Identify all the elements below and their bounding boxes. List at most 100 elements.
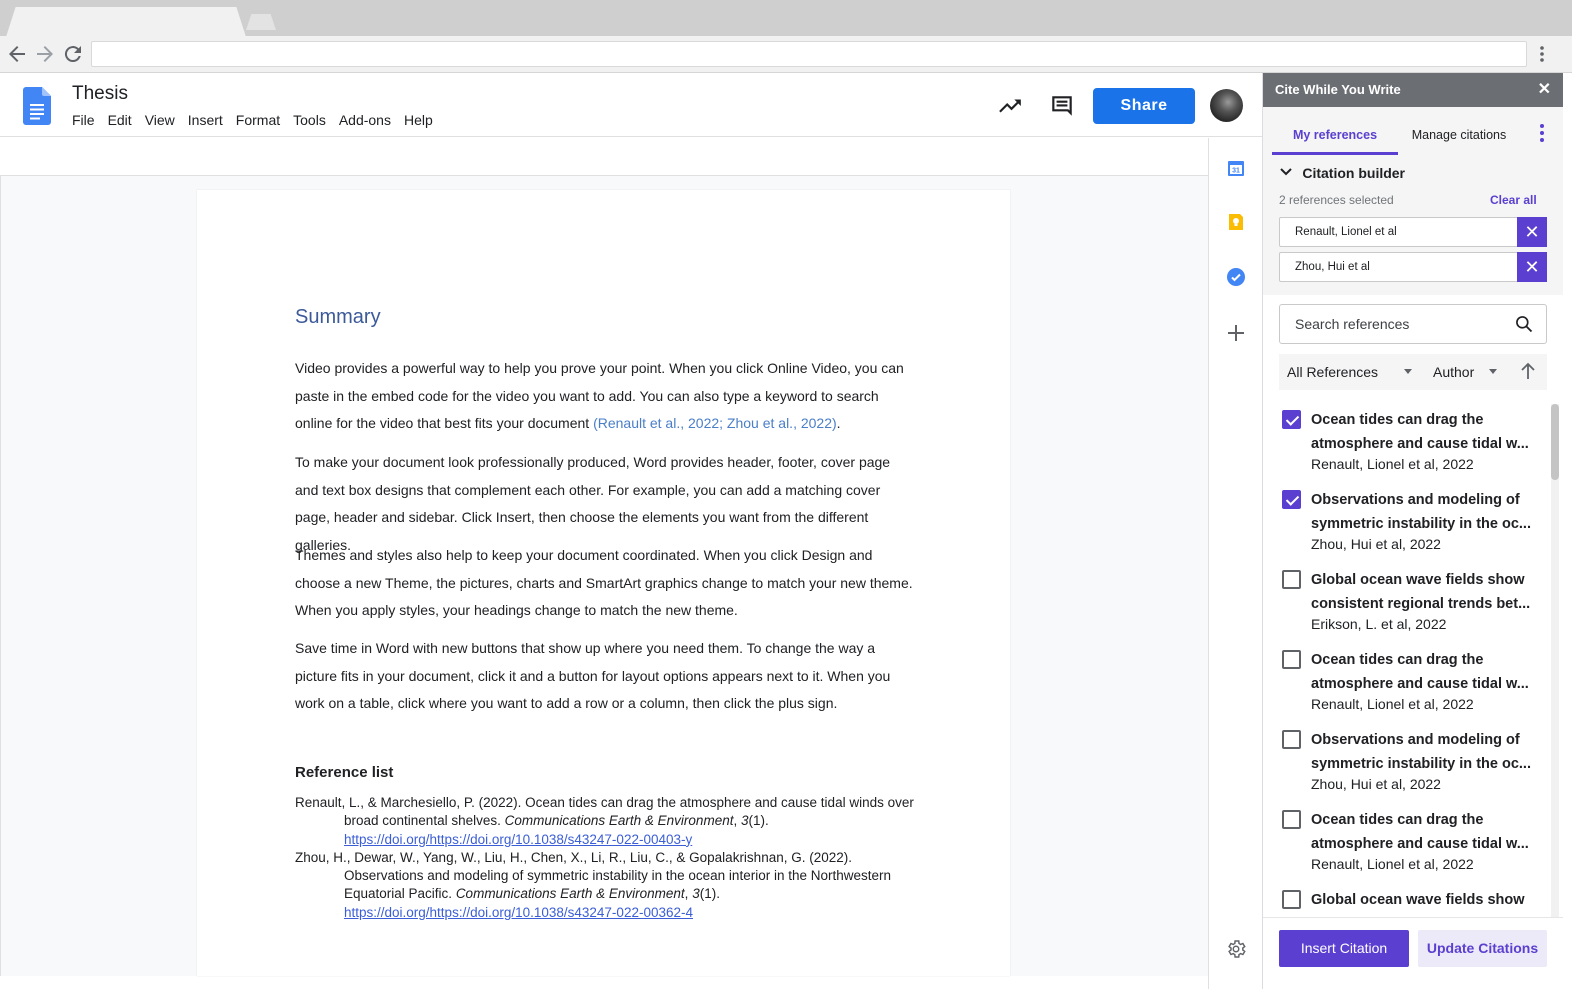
- reference-checkbox[interactable]: [1282, 810, 1301, 829]
- reference-title: Ocean tides can drag the atmosphere and …: [1311, 412, 1529, 452]
- list-item[interactable]: Ocean tides can drag the atmosphere and …: [1263, 404, 1553, 484]
- selected-count: 2 references selected: [1279, 193, 1394, 207]
- menu-tools[interactable]: Tools: [293, 112, 326, 128]
- share-button[interactable]: Share: [1093, 88, 1195, 124]
- tab-my-references[interactable]: My references: [1272, 107, 1398, 155]
- search-placeholder: Search references: [1295, 316, 1410, 332]
- clear-all-link[interactable]: Clear all: [1490, 193, 1537, 207]
- paragraph-1: Video provides a powerful way to help yo…: [295, 355, 915, 438]
- reference-checkbox[interactable]: [1282, 410, 1301, 429]
- list-item[interactable]: Ocean tides can drag the atmosphere and …: [1263, 644, 1553, 724]
- reference-entry-2: Zhou, H., Dewar, W., Yang, W., Liu, H., …: [295, 849, 915, 922]
- panel-tabs: My references Manage citations: [1263, 107, 1563, 155]
- reference-2-journal: Communications Earth & Environment: [455, 886, 685, 902]
- activity-trend-icon[interactable]: [997, 93, 1023, 119]
- browser-new-tab-button[interactable]: [246, 14, 276, 30]
- reference-title: Global ocean wave fields show consistent…: [1311, 572, 1531, 612]
- list-item[interactable]: Observations and modeling of symmetric i…: [1263, 724, 1553, 804]
- docs-menubar: File Edit View Insert Format Tools Add-o…: [72, 112, 446, 128]
- list-item[interactable]: Global ocean wave fields show: [1263, 884, 1553, 917]
- chip-label: Renault, Lionel et al: [1295, 226, 1397, 238]
- menu-help[interactable]: Help: [404, 112, 433, 128]
- search-icon[interactable]: [1514, 314, 1534, 334]
- remove-chip-close-icon[interactable]: ✕: [1517, 252, 1547, 282]
- reference-checkbox[interactable]: [1282, 490, 1301, 509]
- keep-notes-icon[interactable]: [1226, 212, 1246, 232]
- citation-builder: Citation builder 2 references selected C…: [1263, 155, 1563, 295]
- list-item[interactable]: Global ocean wave fields show consistent…: [1263, 564, 1553, 644]
- sort-by-select[interactable]: Author: [1433, 354, 1474, 390]
- list-item[interactable]: Ocean tides can drag the atmosphere and …: [1263, 804, 1553, 884]
- more-vertical-icon[interactable]: [1537, 121, 1547, 145]
- reference-checkbox[interactable]: [1282, 890, 1301, 909]
- reference-1-journal: Communications Earth & Environment: [504, 813, 734, 829]
- search-references-input[interactable]: Search references: [1279, 304, 1547, 344]
- reference-checkbox[interactable]: [1282, 730, 1301, 749]
- reference-list: Renault, L., & Marchesiello, P. (2022). …: [295, 794, 915, 922]
- menu-file[interactable]: File: [72, 112, 95, 128]
- menu-insert[interactable]: Insert: [188, 112, 223, 128]
- reference-list-heading: Reference list: [295, 764, 394, 781]
- collection-select[interactable]: All References: [1287, 354, 1378, 390]
- scrollbar[interactable]: [1551, 404, 1559, 917]
- filter-row: All References Author: [1279, 354, 1547, 390]
- citation-builder-toggle[interactable]: Citation builder: [1280, 165, 1405, 181]
- reference-2-doi-link[interactable]: https://doi.org/https://doi.org/10.1038/…: [344, 905, 693, 920]
- close-icon[interactable]: ✕: [1538, 73, 1551, 107]
- reference-1-doi-link[interactable]: https://doi.org/https://doi.org/10.1038/…: [344, 832, 692, 847]
- reference-meta: Renault, Lionel et al, 2022: [1311, 456, 1474, 472]
- list-item[interactable]: Observations and modeling of symmetric i…: [1263, 484, 1553, 564]
- reference-meta: Zhou, Hui et al, 2022: [1311, 776, 1441, 792]
- document-canvas: Summary Video provides a powerful way to…: [0, 176, 1208, 976]
- reference-title: Global ocean wave fields show: [1311, 892, 1525, 908]
- document-page[interactable]: Summary Video provides a powerful way to…: [197, 190, 1010, 976]
- ruler: [0, 138, 1208, 176]
- forward-arrow-icon[interactable]: [33, 42, 57, 66]
- tasks-icon[interactable]: [1226, 267, 1246, 287]
- reference-1-volume: 3: [740, 813, 749, 829]
- reference-meta: Erikson, L. et al, 2022: [1311, 616, 1447, 632]
- reference-title: Ocean tides can drag the atmosphere and …: [1311, 812, 1529, 852]
- tab-manage-citations[interactable]: Manage citations: [1408, 107, 1510, 155]
- paragraph-1-tail: .: [836, 415, 841, 431]
- back-arrow-icon[interactable]: [5, 42, 29, 66]
- inline-citation[interactable]: (Renault et al., 2022; Zhou et al., 2022…: [593, 415, 837, 431]
- reference-checkbox[interactable]: [1282, 650, 1301, 669]
- add-addon-plus-icon[interactable]: [1226, 323, 1246, 343]
- paragraph-4: Save time in Word with new buttons that …: [295, 640, 891, 711]
- reference-2-volume: 3: [692, 886, 700, 902]
- more-vertical-icon[interactable]: [1535, 42, 1549, 66]
- scrollbar-thumb[interactable]: [1551, 404, 1559, 480]
- menu-format[interactable]: Format: [236, 112, 280, 128]
- avatar[interactable]: [1210, 89, 1243, 122]
- calendar-icon[interactable]: 31: [1226, 158, 1246, 178]
- browser-tabstrip: [0, 0, 1572, 37]
- chevron-down-icon[interactable]: [1280, 166, 1295, 180]
- settings-gear-icon[interactable]: [1225, 938, 1247, 960]
- document-title[interactable]: Thesis: [72, 83, 128, 105]
- paragraph-3: Themes and styles also help to keep your…: [295, 547, 913, 618]
- remove-chip-close-icon[interactable]: ✕: [1517, 217, 1547, 247]
- reference-list-panel[interactable]: Ocean tides can drag the atmosphere and …: [1263, 404, 1563, 917]
- menu-edit[interactable]: Edit: [108, 112, 132, 128]
- caret-down-icon[interactable]: [1404, 369, 1412, 374]
- update-citations-button[interactable]: Update Citations: [1418, 930, 1547, 967]
- reference-checkbox[interactable]: [1282, 570, 1301, 589]
- chip-label: Zhou, Hui et al: [1295, 261, 1370, 273]
- insert-citation-button[interactable]: Insert Citation: [1279, 930, 1409, 967]
- docs-logo-icon[interactable]: [23, 87, 51, 125]
- reference-meta: Renault, Lionel et al, 2022: [1311, 856, 1474, 872]
- reference-meta: Renault, Lionel et al, 2022: [1311, 696, 1474, 712]
- menu-view[interactable]: View: [145, 112, 175, 128]
- sort-ascending-arrow-icon[interactable]: [1519, 361, 1537, 381]
- browser-toolbar: [0, 36, 1572, 73]
- cite-while-you-write-panel: Cite While You Write ✕ My references Man…: [1262, 73, 1563, 989]
- address-bar[interactable]: [91, 41, 1527, 67]
- menu-add-ons[interactable]: Add-ons: [339, 112, 391, 128]
- browser-tab-active[interactable]: [6, 7, 246, 37]
- reference-2-issue: (1).: [699, 886, 720, 902]
- selected-reference-chip: Zhou, Hui et al ✕: [1279, 252, 1547, 282]
- comment-icon[interactable]: [1049, 93, 1075, 119]
- caret-down-icon[interactable]: [1489, 369, 1497, 374]
- reload-icon[interactable]: [61, 42, 85, 66]
